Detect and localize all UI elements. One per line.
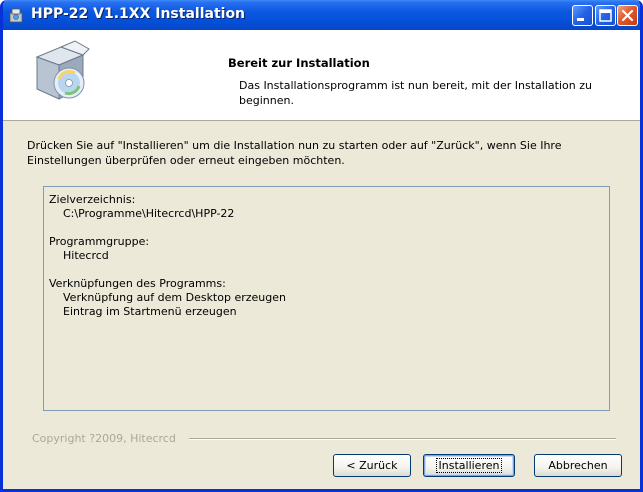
minimize-icon xyxy=(577,18,584,21)
minimize-button[interactable] xyxy=(572,5,593,26)
footer-divider xyxy=(189,438,616,440)
ready-memo[interactable]: Zielverzeichnis: C:\Programme\Hitecrcd\H… xyxy=(43,186,610,411)
group-value: Hitecrcd xyxy=(63,249,109,262)
header-title: Bereit zur Installation xyxy=(228,56,370,70)
maximize-button[interactable] xyxy=(595,5,616,26)
dest-value: C:\Programme\Hitecrcd\HPP-22 xyxy=(63,207,235,220)
wizard-header: Bereit zur Installation Das Installation… xyxy=(3,30,640,121)
title-bar[interactable]: HPP-22 V1.1XX Installation xyxy=(3,0,640,30)
group-label: Programmgruppe: xyxy=(49,235,150,248)
back-button[interactable]: < Zurück xyxy=(333,454,411,477)
close-icon xyxy=(621,9,634,22)
installer-window: HPP-22 V1.1XX Installation Bereit zur In… xyxy=(0,0,643,492)
maximize-icon xyxy=(599,9,612,22)
installer-app-icon xyxy=(9,8,23,23)
shortcut-desktop: Verknüpfung auf dem Desktop erzeugen xyxy=(63,291,286,304)
install-button-label: Installieren xyxy=(435,458,503,473)
header-description: Das Installationsprogramm ist nun bereit… xyxy=(239,79,592,107)
copyright-text: Copyright ?2009, Hitecrcd xyxy=(32,432,176,445)
dest-label: Zielverzeichnis: xyxy=(49,193,136,206)
shortcut-startmenu: Eintrag im Startmenü erzeugen xyxy=(63,305,237,318)
install-button[interactable]: Installieren xyxy=(423,454,515,477)
window-title: HPP-22 V1.1XX Installation xyxy=(31,6,246,22)
shortcuts-label: Verknüpfungen des Programms: xyxy=(49,277,226,290)
cancel-button[interactable]: Abbrechen xyxy=(534,454,622,477)
close-button[interactable] xyxy=(617,5,638,26)
intro-text: Drücken Sie auf "Installieren" um die In… xyxy=(27,139,562,167)
setup-box-icon xyxy=(35,40,90,100)
